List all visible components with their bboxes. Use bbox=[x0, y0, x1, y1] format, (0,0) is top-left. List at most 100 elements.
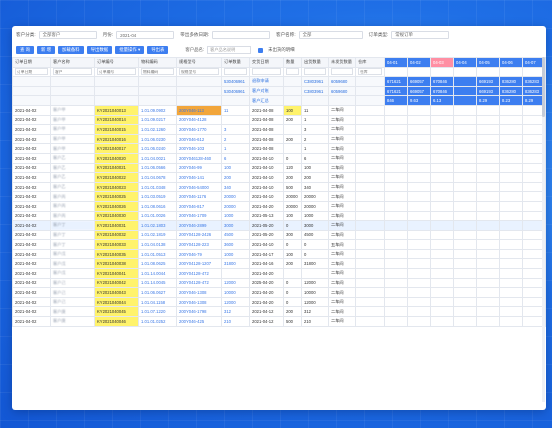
export-table-button[interactable]: 导出表 bbox=[147, 46, 169, 54]
query-button[interactable]: 查 询 bbox=[16, 46, 35, 54]
table-row[interactable]: 2021-04-02 客户甲 KY2021040013 1.01.09.0902 200… bbox=[12, 104, 546, 116]
table-row[interactable]: 2021-04-02 客户丁 KY2021040033 1.01.04.0138 200… bbox=[12, 239, 546, 250]
table-cell: 二车间 bbox=[328, 287, 356, 298]
table-cell bbox=[355, 114, 385, 126]
include-input[interactable] bbox=[211, 31, 270, 39]
column-header[interactable]: 客户名称 bbox=[50, 57, 95, 68]
table-row[interactable]: 2021-04-02 客户甲 KY2021040017 1.01.06.0240 200… bbox=[12, 143, 546, 154]
table-cell bbox=[384, 287, 408, 298]
column-search-input[interactable] bbox=[331, 68, 353, 76]
table-row[interactable]: 2021-04-02 客户乙 KY2021040020 1.01.04.0021 200… bbox=[12, 152, 546, 164]
table-cell: 客户己 bbox=[50, 296, 95, 308]
table-cell: 200Y046-817 bbox=[176, 200, 222, 212]
table-cell: 客户乙 bbox=[50, 152, 95, 164]
table-cell: 0 bbox=[283, 277, 302, 289]
table-row[interactable]: 2021-04-02 客户乙 KY2021040023 1.01.01.0348 200… bbox=[12, 181, 546, 193]
column-header[interactable]: 订单日期 bbox=[12, 57, 51, 68]
table-row[interactable]: 2021-04-02 客户丁 KY2021040032 1.01.02.1819 200… bbox=[12, 229, 546, 241]
table-cell bbox=[499, 287, 523, 298]
column-search-input[interactable] bbox=[304, 68, 326, 76]
table-row[interactable]: 2021-04-02 客户甲 KY2021040016 1.01.06.0230 200… bbox=[12, 133, 546, 145]
table-cell bbox=[384, 239, 408, 250]
customer-category-select[interactable]: 全部客户 bbox=[38, 31, 97, 39]
table-cell: 200 bbox=[283, 114, 302, 126]
table-row[interactable]: 2021-04-02 客户乙 KY2021040021 1.01.06.0566 200… bbox=[12, 162, 546, 174]
table-cell: KY2021040014 bbox=[94, 114, 139, 126]
table-row[interactable]: 2021-04-02 客户戊 KY2021040035 1.01.01.0513 200… bbox=[12, 248, 546, 260]
column-search-input[interactable] bbox=[358, 68, 382, 76]
scrollbar-thumb[interactable] bbox=[542, 57, 545, 117]
column-header[interactable]: 04-05 bbox=[476, 57, 500, 68]
month-picker[interactable]: 2021-04 bbox=[116, 31, 175, 39]
column-header[interactable]: 物料编码 bbox=[138, 57, 177, 68]
column-header[interactable]: 交货日期 bbox=[249, 57, 284, 68]
table-cell: 二车间 bbox=[328, 229, 356, 241]
column-header[interactable]: 订单编号 bbox=[94, 57, 139, 68]
table-cell: 200Y04128-223 bbox=[176, 239, 222, 250]
column-search-input[interactable] bbox=[179, 68, 219, 76]
column-header[interactable]: 仓库 bbox=[355, 57, 385, 68]
column-search-input[interactable] bbox=[97, 68, 136, 76]
table-row[interactable]: 2021-04-02 客户丙 KY2021040030 1.01.01.0026 200… bbox=[12, 210, 546, 222]
table-cell: 客户丁 bbox=[50, 229, 95, 241]
summary-cell bbox=[176, 76, 222, 87]
table-cell bbox=[407, 229, 431, 241]
table-cell: 20000 bbox=[283, 200, 302, 212]
table-cell bbox=[476, 143, 500, 154]
column-search-input[interactable] bbox=[286, 68, 299, 76]
table-row[interactable]: 2021-04-02 客户丁 KY2021040031 1.01.02.1803 200… bbox=[12, 220, 546, 231]
table-cell bbox=[453, 200, 477, 212]
column-header[interactable]: 04-02 bbox=[407, 57, 431, 68]
table-row[interactable]: 2021-04-02 客户己 KY2021040043 1.01.06.0627 200… bbox=[12, 287, 546, 298]
batch-actions-button[interactable]: 批量操作 ▾ bbox=[115, 46, 145, 54]
table-row[interactable]: 2021-04-02 客户戊 KY2021040041 1.01.14.0044 200… bbox=[12, 268, 546, 279]
product-input[interactable]: 客户品名说明 bbox=[207, 46, 252, 54]
table-row[interactable]: 2021-04-02 客户丙 KY2021040025 1.01.03.0519 200… bbox=[12, 191, 546, 202]
table-row[interactable]: 2021-04-02 客户庚 KY2021040045 1.01.07.1220 200… bbox=[12, 306, 546, 318]
column-header[interactable]: 04-01 bbox=[384, 57, 408, 68]
column-header[interactable]: 数量 bbox=[283, 57, 302, 68]
column-search-input[interactable] bbox=[224, 68, 247, 76]
search-cell bbox=[384, 66, 408, 78]
table-row[interactable]: 2021-04-02 客户丙 KY2021040026 1.01.08.0616 200… bbox=[12, 200, 546, 212]
table-row[interactable]: 2021-04-02 客户庚 KY2021040046 1.01.01.0252 200… bbox=[12, 316, 546, 327]
table-cell bbox=[407, 306, 431, 318]
column-header[interactable]: 04-04 bbox=[453, 57, 477, 68]
table-cell: 200Y046-141 bbox=[176, 172, 222, 183]
table-cell: 0 bbox=[301, 248, 329, 260]
table-row[interactable]: 2021-04-02 客户己 KY2021040044 1.01.04.1158 200… bbox=[12, 296, 546, 308]
column-header[interactable]: 规格型号 bbox=[176, 57, 222, 68]
table-cell: 客户丙 bbox=[50, 191, 95, 202]
column-search-input[interactable] bbox=[53, 68, 92, 76]
table-cell: 312 bbox=[221, 306, 250, 318]
customer-select[interactable]: 全部 bbox=[298, 31, 363, 39]
table-row[interactable]: 2021-04-02 客户乙 KY2021040022 1.01.04.0678 200… bbox=[12, 172, 546, 183]
column-search-input[interactable] bbox=[252, 68, 281, 76]
order-type-select[interactable]: 常规订单 bbox=[391, 31, 450, 39]
table-cell bbox=[453, 181, 477, 193]
export-data-button[interactable]: 导出数据 bbox=[86, 46, 113, 54]
table-cell: 200Y04128-2426 bbox=[176, 229, 222, 241]
summary-cell bbox=[94, 76, 139, 87]
table-row[interactable]: 2021-04-02 客户甲 KY2021040014 1.01.09.0217 200… bbox=[12, 114, 546, 126]
table-cell bbox=[430, 114, 454, 126]
add-button[interactable]: 新 增 bbox=[37, 46, 56, 54]
column-header[interactable]: 未发货数量 bbox=[328, 57, 356, 68]
column-search-input[interactable] bbox=[141, 68, 174, 76]
column-header[interactable]: 04-03 bbox=[430, 57, 454, 68]
table-row[interactable]: 2021-04-02 客户甲 KY2021040015 1.01.02.1260 200… bbox=[12, 124, 546, 135]
table-cell: 二车间 bbox=[328, 248, 356, 260]
import-button[interactable]: 加载备料 bbox=[58, 46, 84, 54]
column-search-input[interactable] bbox=[15, 68, 48, 76]
table-row[interactable]: 2021-04-02 客户戊 KY2021040038 1.01.08.0625 200… bbox=[12, 258, 546, 270]
table-cell bbox=[453, 306, 477, 318]
table-cell: KY2021040033 bbox=[94, 239, 139, 250]
vertical-scrollbar[interactable] bbox=[542, 57, 545, 402]
table-cell: 二车间 bbox=[328, 104, 356, 116]
column-header[interactable]: 04-06 bbox=[499, 57, 523, 68]
column-header[interactable]: 订单数量 bbox=[221, 57, 250, 68]
unshipped-checkbox[interactable] bbox=[258, 47, 264, 53]
table-row[interactable]: 2021-04-02 客户己 KY2021040042 1.01.14.0045 200… bbox=[12, 277, 546, 289]
column-header[interactable]: 出货数量 bbox=[301, 57, 329, 68]
table-cell bbox=[430, 306, 454, 318]
